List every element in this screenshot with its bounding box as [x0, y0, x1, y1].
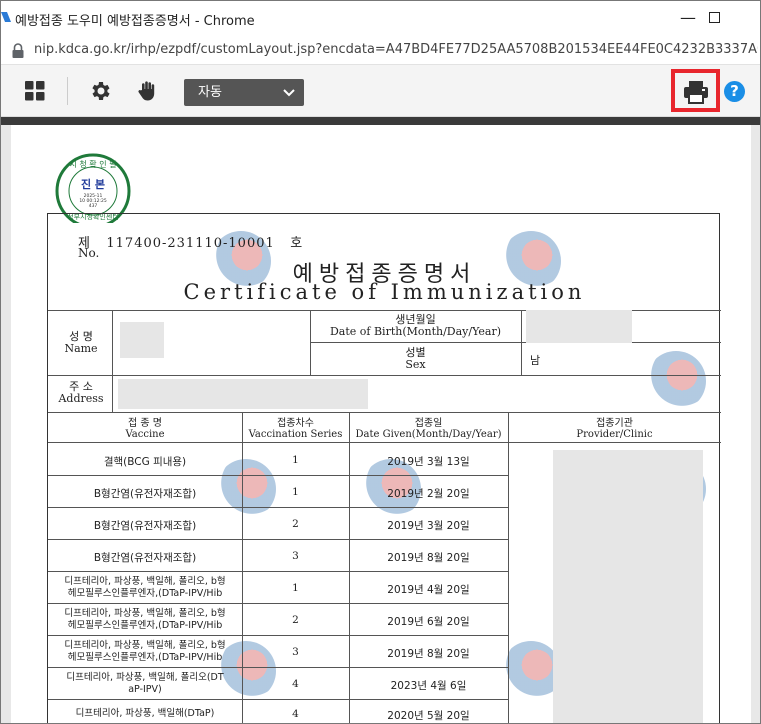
help-button[interactable]: ? [724, 81, 745, 102]
url-text[interactable]: nip.kdca.go.kr/irhp/ezpdf/customLayout.j… [34, 42, 758, 57]
toolbar-separator [67, 77, 68, 105]
toolbar-shadow [1, 117, 760, 125]
help-icon: ? [730, 82, 739, 100]
form-rule [310, 342, 721, 343]
minimize-icon: — [680, 8, 696, 27]
stamp-center-text: 진 본 [81, 177, 105, 191]
certificate-form: 제 117400-231110-10001 호 No. 예방접종증명서 Cert… [47, 213, 721, 723]
certificate-title-en: Certificate of Immunization [183, 280, 586, 304]
stamp-serial: 437 [89, 203, 98, 209]
window-title: 예방접종 도우미 예방접종증명서 - Chrome [15, 14, 255, 29]
chrome-app-icon [1, 12, 11, 22]
form-rule [48, 603, 508, 604]
zoom-select[interactable]: 자동 [184, 79, 304, 106]
gear-icon[interactable] [88, 79, 112, 103]
browser-window: 예방접종 도우미 예방접종증명서 - Chrome — nip.kdca.go.… [0, 0, 761, 724]
lock-icon [12, 43, 24, 58]
form-rule [48, 375, 721, 376]
title-bar: 예방접종 도우미 예방접종증명서 - Chrome — [1, 1, 760, 37]
name-value-redacted [120, 322, 164, 358]
print-button[interactable] [671, 69, 720, 112]
chevron-down-icon [283, 89, 295, 97]
stamp-top-text: 시 청 확 인 필 [70, 159, 117, 169]
viewer-toolbar: 자동 ? [1, 65, 760, 117]
header-date: 접종일 Date Given(Month/Day/Year) [355, 418, 502, 440]
dob-label: 생년월일 Date of Birth(Month/Day/Year) [329, 313, 502, 338]
form-rule [48, 442, 721, 443]
form-rule [48, 667, 508, 668]
printer-icon [684, 81, 708, 104]
header-provider: 접종기관 Provider/Clinic [576, 418, 653, 440]
form-rule [48, 507, 508, 508]
form-rule [48, 475, 508, 476]
dob-value-redacted [526, 310, 632, 343]
certificate-number: 제 117400-231110-10001 호 [78, 236, 304, 251]
thumbnails-grid-icon[interactable] [23, 79, 47, 103]
form-rule [48, 699, 508, 700]
form-rule [112, 310, 113, 375]
form-rule [508, 412, 509, 723]
maximize-button[interactable] [699, 5, 729, 31]
hand-pan-icon[interactable] [135, 79, 159, 103]
form-rule [112, 375, 113, 412]
header-vaccine: 접 종 명 Vaccine [125, 418, 165, 440]
provider-column-redacted [553, 450, 703, 723]
address-value-redacted [118, 379, 368, 409]
header-series: 접종차수 Vaccination Series [248, 418, 343, 440]
sex-value: 남 [530, 354, 541, 367]
form-rule [48, 539, 508, 540]
form-rule [521, 310, 522, 375]
address-label: 주 소 Address [58, 380, 104, 405]
name-label: 성 명 Name [64, 330, 98, 355]
form-rule [48, 571, 508, 572]
form-rule [48, 412, 721, 413]
maximize-icon [708, 11, 720, 23]
zoom-select-value: 자동 [198, 85, 222, 100]
sex-label: 성별 Sex [405, 346, 426, 371]
address-bar: nip.kdca.go.kr/irhp/ezpdf/customLayout.j… [1, 37, 760, 65]
form-rule [48, 635, 508, 636]
